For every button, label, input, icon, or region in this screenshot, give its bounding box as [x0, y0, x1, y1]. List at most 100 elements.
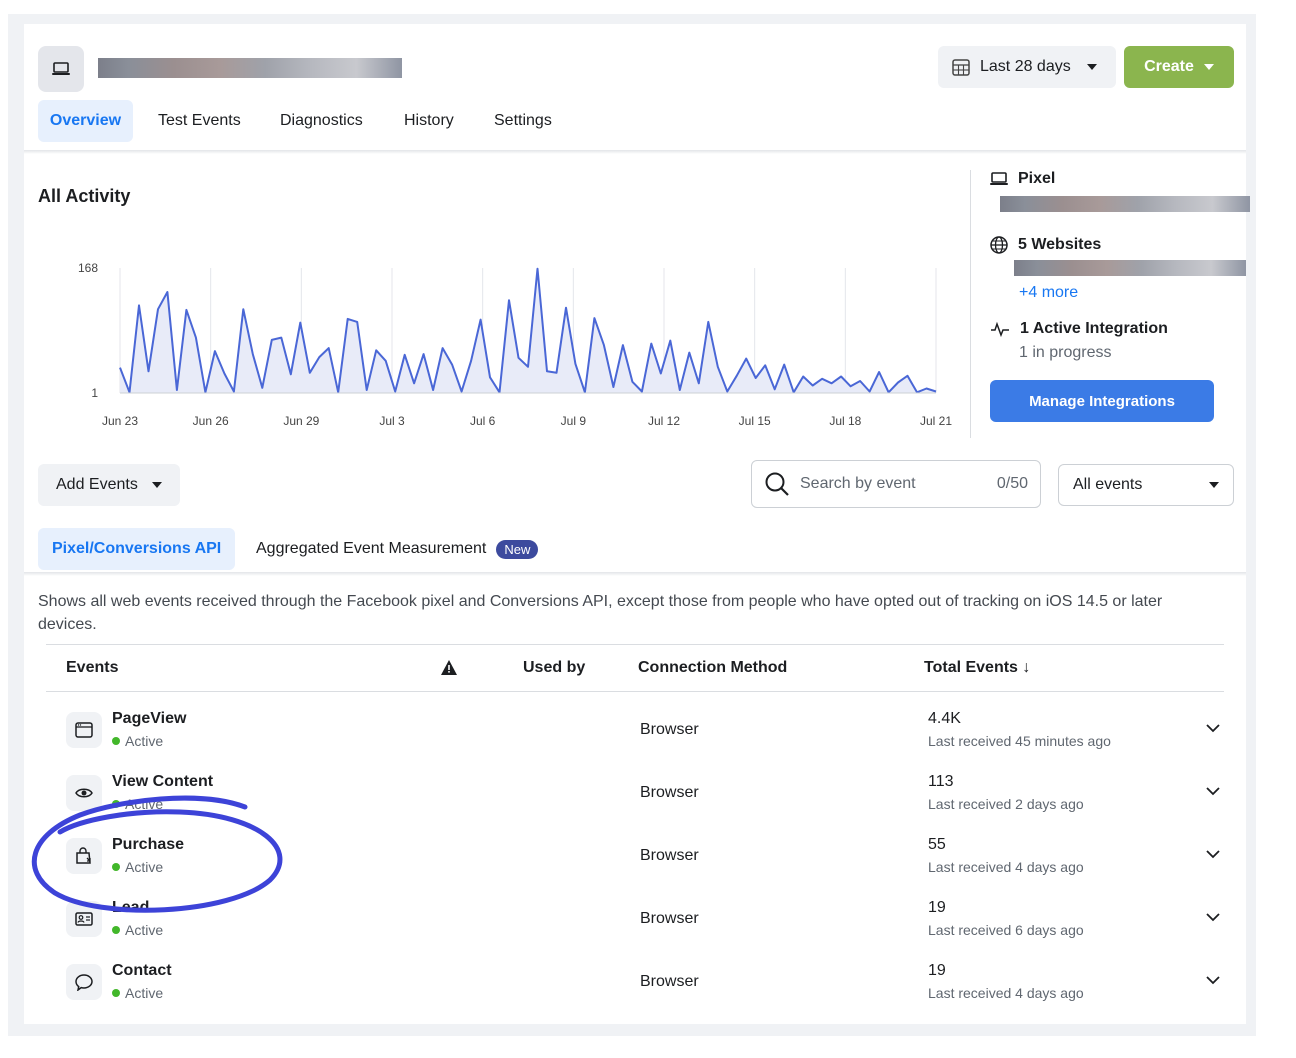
x-tick-label: Jun 23 [102, 414, 138, 428]
table-row[interactable]: Contact Active Browser 19 Last received 4 da… [46, 944, 1224, 1007]
event-total: 19 [928, 962, 946, 979]
pixel-row: Pixel [990, 170, 1055, 188]
chevron-down-icon[interactable] [1206, 846, 1220, 864]
y-tick-label: 1 [91, 386, 98, 400]
search-count: 0/50 [996, 475, 1028, 492]
activity-chart: Jun 23 Jun 26 Jun 29 Jul 3 Jul 6 Jul 9 Jul 12 J… [78, 261, 952, 428]
event-last-received: Last received 2 days ago [928, 796, 1084, 812]
status-dot [112, 863, 120, 871]
redacted-pixel-id [1000, 196, 1250, 212]
date-range-button[interactable]: Last 28 days [938, 46, 1116, 88]
caret-down-icon [1203, 64, 1214, 70]
table-row[interactable]: Purchase Active Browser 55 Last received 4 d… [46, 818, 1224, 881]
event-status: Active [112, 985, 163, 1001]
event-status-label: Active [125, 796, 164, 812]
tab-pixel-conversions[interactable]: Pixel/Conversions API [38, 528, 236, 570]
header-divider [24, 150, 1246, 154]
event-connection: Browser [640, 847, 699, 864]
x-tick-label: Jul 9 [561, 414, 587, 428]
events-table: Events Used by Connection Method Total E… [46, 644, 1224, 1007]
event-connection: Browser [640, 784, 699, 801]
create-button[interactable]: Create [1124, 46, 1234, 88]
laptop-icon [990, 172, 1008, 185]
event-name: Lead [112, 899, 150, 916]
globe-icon [990, 236, 1008, 254]
header-events[interactable]: Events [66, 659, 118, 677]
tab-settings[interactable]: Settings [480, 100, 566, 142]
x-tick-label: Jul 12 [648, 414, 680, 428]
redacted-pixel-name [98, 58, 402, 78]
event-name: View Content [112, 773, 214, 790]
status-dot [112, 989, 120, 997]
laptop-icon [38, 46, 84, 92]
warning-icon [441, 660, 457, 680]
integration-label: 1 Active Integration [1020, 320, 1168, 337]
x-tick-label: Jul 6 [470, 414, 496, 428]
x-tick-label: Jun 29 [283, 414, 319, 428]
event-filter-label: All events [1073, 476, 1143, 493]
shopping-bag-icon [66, 838, 102, 874]
event-name: PageView [112, 710, 187, 727]
calendar-icon [952, 59, 970, 76]
chevron-down-icon[interactable] [1206, 783, 1220, 801]
tab-aggregated-event-measurement[interactable]: Aggregated Event Measurement New [242, 528, 552, 570]
y-tick-label: 168 [78, 261, 98, 275]
id-card-icon [66, 901, 102, 937]
manage-integrations-button[interactable]: Manage Integrations [990, 380, 1214, 422]
x-tick-label: Jul 3 [379, 414, 405, 428]
event-total: 55 [928, 836, 946, 853]
add-events-button[interactable]: Add Events [38, 464, 180, 506]
x-tick-label: Jul 18 [829, 414, 861, 428]
events-manager-card: Last 28 days Create Overview Test Events… [24, 24, 1250, 1024]
header-connection-method[interactable]: Connection Method [638, 659, 787, 677]
header-used-by[interactable]: Used by [523, 659, 585, 677]
caret-down-icon [1209, 482, 1219, 488]
event-status: Active [112, 922, 163, 938]
event-status-label: Active [125, 922, 164, 938]
x-tick-label: Jul 15 [739, 414, 771, 428]
event-last-received: Last received 4 days ago [928, 859, 1084, 875]
tab-diagnostics[interactable]: Diagnostics [266, 100, 377, 142]
integration-sub: 1 in progress [1019, 344, 1112, 361]
event-status-label: Active [125, 985, 164, 1001]
header-total-events[interactable]: Total Events ↓ [924, 659, 1030, 677]
tab-overview[interactable]: Overview [38, 100, 133, 142]
x-tick-label: Jun 26 [193, 414, 229, 428]
caret-down-icon [151, 482, 162, 488]
event-search[interactable]: Search by event 0/50 [751, 460, 1041, 508]
subtab-divider [24, 572, 1246, 576]
search-input[interactable]: Search by event [800, 475, 987, 493]
event-last-received: Last received 45 minutes ago [928, 733, 1111, 749]
event-last-received: Last received 4 days ago [928, 985, 1084, 1001]
chevron-down-icon[interactable] [1206, 909, 1220, 927]
event-name: Purchase [112, 836, 185, 853]
event-last-received: Last received 6 days ago [928, 922, 1084, 938]
event-status-label: Active [125, 859, 164, 875]
event-name: Contact [112, 962, 172, 979]
activity-pulse-icon [991, 321, 1009, 337]
event-connection: Browser [640, 973, 699, 990]
chevron-down-icon[interactable] [1206, 972, 1220, 990]
status-dot [112, 926, 120, 934]
tab-history[interactable]: History [390, 100, 468, 142]
event-status: Active [112, 796, 163, 812]
search-icon [765, 472, 789, 496]
event-status: Active [112, 859, 163, 875]
table-row[interactable]: Lead Active Browser 19 Last received 6 days … [46, 881, 1224, 944]
pixel-label: Pixel [1018, 170, 1056, 187]
speech-bubble-icon [66, 964, 102, 1000]
table-row[interactable]: PageView Active Browser 4.4K Last received 4… [46, 692, 1224, 755]
tab-test-events[interactable]: Test Events [144, 100, 255, 142]
activity-area [120, 268, 936, 393]
chevron-down-icon[interactable] [1206, 720, 1220, 738]
table-row[interactable]: View Content Active Browser 113 Last receive… [46, 755, 1224, 818]
more-websites-link[interactable]: +4 more [1019, 284, 1078, 302]
date-range-label: Last 28 days [980, 58, 1071, 75]
eye-icon [66, 775, 102, 811]
event-filter-select[interactable]: All events [1058, 464, 1234, 506]
panel-divider [970, 170, 971, 438]
events-description: Shows all web events received through th… [38, 593, 1163, 633]
event-total: 113 [928, 773, 954, 790]
caret-down-icon [1086, 64, 1097, 70]
x-tick-label: Jul 21 [920, 414, 952, 428]
